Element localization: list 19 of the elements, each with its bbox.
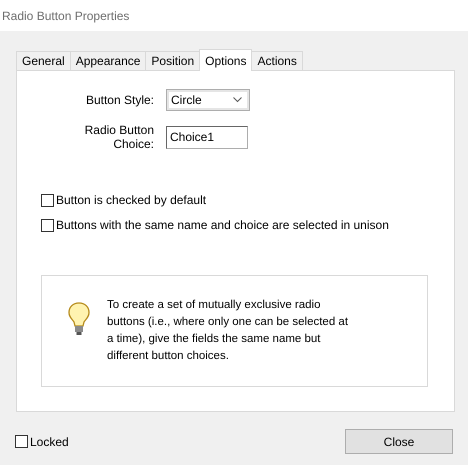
field-label: Button Style:	[84, 93, 154, 107]
input-field[interactable]: Choice1	[166, 126, 248, 148]
checkbox[interactable]	[15, 435, 28, 448]
lightbulb-icon	[68, 302, 90, 336]
tab[interactable]: Actions	[251, 51, 303, 70]
tab[interactable]: Options	[199, 49, 252, 71]
tip-text: To create a set of mutually exclusive radio buttons (i.e., where only one can be selected at a time), give the fields the same name but different button choices.	[107, 298, 350, 364]
chevron-icon	[232, 97, 242, 103]
checkbox[interactable]	[41, 194, 54, 206]
tab[interactable]: Appearance	[70, 51, 146, 70]
tab[interactable]: General	[16, 51, 71, 70]
style-dropdown[interactable]: Circle	[166, 89, 250, 111]
checkbox-label: Buttons with the same name and choice are selected in unison	[56, 218, 389, 232]
checkbox-label: Locked	[30, 434, 69, 448]
close-button[interactable]: Close	[345, 429, 453, 454]
checkbox[interactable]	[41, 218, 54, 232]
window-title: Radio Button Properties	[2, 8, 130, 22]
checkbox-label: Button is checked by default	[56, 193, 206, 207]
field-label: Radio Button Choice:	[84, 123, 154, 151]
